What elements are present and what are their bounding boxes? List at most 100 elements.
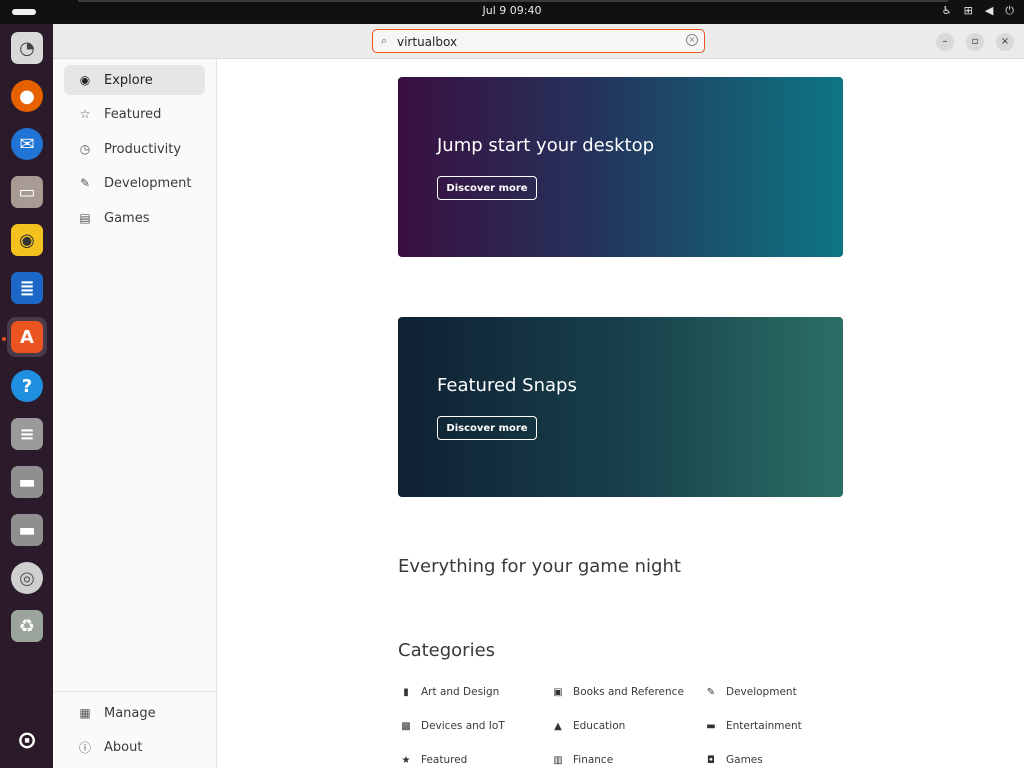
clock-icon: ◷ — [79, 142, 91, 156]
clear-search-icon[interactable]: × — [686, 34, 698, 46]
power-icon[interactable]: ⏻ — [1005, 4, 1014, 18]
category-finance[interactable]: ▥ Finance — [552, 754, 613, 766]
app-center-window: ⌕ × – ▫ × ◉ Explore ☆ Featured ◷ Product… — [53, 24, 1024, 768]
firefox-icon: ● — [11, 80, 43, 112]
compass-icon: ◉ — [79, 73, 91, 87]
dock-thunderbird[interactable]: ✉ — [7, 124, 47, 164]
sidebar-item-label: Manage — [104, 705, 156, 721]
category-label: Education — [573, 720, 626, 732]
clock[interactable]: Jul 9 09:40 — [0, 4, 1024, 17]
search-icon: ⌕ — [381, 34, 388, 47]
disc-icon: ◎ — [11, 562, 43, 594]
wrench-icon: ✎ — [79, 176, 91, 190]
volume-icon[interactable]: ◀ — [985, 4, 993, 18]
category-entertainment[interactable]: ▬ Entertainment — [705, 720, 802, 732]
sidebar: ◉ Explore ☆ Featured ◷ Productivity ✎ De… — [53, 59, 217, 768]
star-icon: ☆ — [79, 107, 91, 121]
sidebar-item-label: Explore — [104, 72, 153, 88]
chip-icon: ▩ — [401, 720, 411, 732]
banner-jump-start: Jump start your desktop Discover more — [398, 77, 843, 257]
accessibility-icon[interactable]: ♿ — [942, 4, 952, 18]
discover-more-button[interactable]: Discover more — [437, 176, 537, 200]
dock-disk-usage[interactable]: ◔ — [7, 28, 47, 68]
help-icon: ? — [11, 370, 43, 402]
category-label: Entertainment — [726, 720, 802, 732]
close-button[interactable]: × — [996, 33, 1014, 51]
minimize-button[interactable]: – — [936, 33, 954, 51]
dock-show-apps[interactable]: ⊙ — [7, 720, 47, 760]
banner-featured-snaps: Featured Snaps Discover more — [398, 317, 843, 497]
gamepad-icon: ▤ — [79, 211, 91, 225]
dock-writer[interactable]: ≣ — [7, 268, 47, 308]
drive-icon: ▬ — [11, 466, 43, 498]
category-education[interactable]: ▲ Education — [552, 720, 625, 732]
header-bar: ⌕ × – ▫ × — [53, 24, 1024, 59]
top-bar-line — [78, 0, 948, 2]
category-label: Games — [726, 754, 763, 766]
sidebar-divider — [53, 691, 217, 692]
sidebar-item-explore[interactable]: ◉ Explore — [64, 65, 205, 95]
search-box[interactable]: ⌕ × — [372, 29, 705, 53]
rhythmbox-icon: ◉ — [11, 224, 43, 256]
trash-icon: ♻ — [11, 610, 43, 642]
sidebar-item-about[interactable]: ⓘ About — [64, 732, 205, 762]
sidebar-item-development[interactable]: ✎ Development — [64, 168, 205, 198]
category-development[interactable]: ✎ Development — [705, 686, 797, 698]
category-label: Art and Design — [421, 686, 500, 698]
category-art-and-design[interactable]: ▮ Art and Design — [400, 686, 499, 698]
dock-disc[interactable]: ◎ — [7, 558, 47, 598]
category-featured[interactable]: ★ Featured — [400, 754, 468, 766]
manage-icon: ▦ — [79, 706, 91, 720]
section-title-game-night: Everything for your game night — [398, 556, 681, 577]
app-center-icon: A — [11, 321, 43, 353]
category-label: Finance — [573, 754, 614, 766]
files-icon: ▭ — [11, 176, 43, 208]
search-input[interactable] — [397, 33, 677, 50]
dock-trash[interactable]: ♻ — [7, 606, 47, 646]
disk-usage-icon: ◔ — [11, 32, 43, 64]
book-icon: ▣ — [553, 686, 563, 698]
banner-title: Featured Snaps — [437, 375, 577, 396]
sidebar-item-label: Productivity — [104, 141, 182, 157]
writer-icon: ≣ — [11, 272, 43, 304]
network-icon[interactable]: ⊞ — [964, 4, 973, 18]
dock-app-center[interactable]: A — [7, 317, 47, 357]
sidebar-item-productivity[interactable]: ◷ Productivity — [64, 134, 205, 164]
top-bar: Jul 9 09:40 ♿ ⊞ ◀ ⏻ — [0, 0, 1024, 24]
sidebar-item-label: Featured — [104, 106, 162, 122]
category-devices-and-iot[interactable]: ▩ Devices and IoT — [400, 720, 505, 732]
wrench-icon: ✎ — [706, 686, 716, 698]
sidebar-item-manage[interactable]: ▦ Manage — [64, 698, 205, 728]
category-label: Devices and IoT — [421, 720, 505, 732]
dock-drive[interactable]: ▬ — [7, 462, 47, 502]
graduation-cap-icon: ▲ — [554, 720, 562, 732]
category-label: Featured — [421, 754, 468, 766]
category-label: Development — [726, 686, 797, 698]
category-books-and-reference[interactable]: ▣ Books and Reference — [552, 686, 684, 698]
drive-2-icon: ▬ — [11, 514, 43, 546]
info-icon: ⓘ — [78, 740, 91, 755]
dock-firefox[interactable]: ● — [7, 76, 47, 116]
dock-drive-2[interactable]: ▬ — [7, 510, 47, 550]
sidebar-item-label: About — [104, 739, 143, 755]
star-icon: ★ — [401, 754, 411, 766]
finance-icon: ▥ — [553, 754, 563, 766]
dock-help[interactable]: ? — [7, 366, 47, 406]
discover-more-button[interactable]: Discover more — [437, 416, 537, 440]
system-status-area[interactable]: ♿ ⊞ ◀ ⏻ — [942, 4, 1014, 18]
category-label: Books and Reference — [573, 686, 684, 698]
sidebar-item-featured[interactable]: ☆ Featured — [64, 99, 205, 129]
sidebar-item-games[interactable]: ▤ Games — [64, 203, 205, 233]
dock: ◔ ● ✉ ▭ ◉ ≣ A ? ≡ ▬ ▬ ◎ ♻ ⊙ — [0, 24, 53, 768]
floppy-icon: ≡ — [11, 418, 43, 450]
gamepad-icon: ◘ — [707, 754, 715, 766]
running-indicator — [2, 337, 6, 341]
sidebar-item-label: Games — [104, 210, 150, 226]
banner-title: Jump start your desktop — [437, 135, 655, 156]
dock-floppy[interactable]: ≡ — [7, 414, 47, 454]
maximize-button[interactable]: ▫ — [966, 33, 984, 51]
category-games[interactable]: ◘ Games — [705, 754, 763, 766]
dock-rhythmbox[interactable]: ◉ — [7, 220, 47, 260]
dock-files[interactable]: ▭ — [7, 172, 47, 212]
sidebar-item-label: Development — [104, 175, 192, 191]
